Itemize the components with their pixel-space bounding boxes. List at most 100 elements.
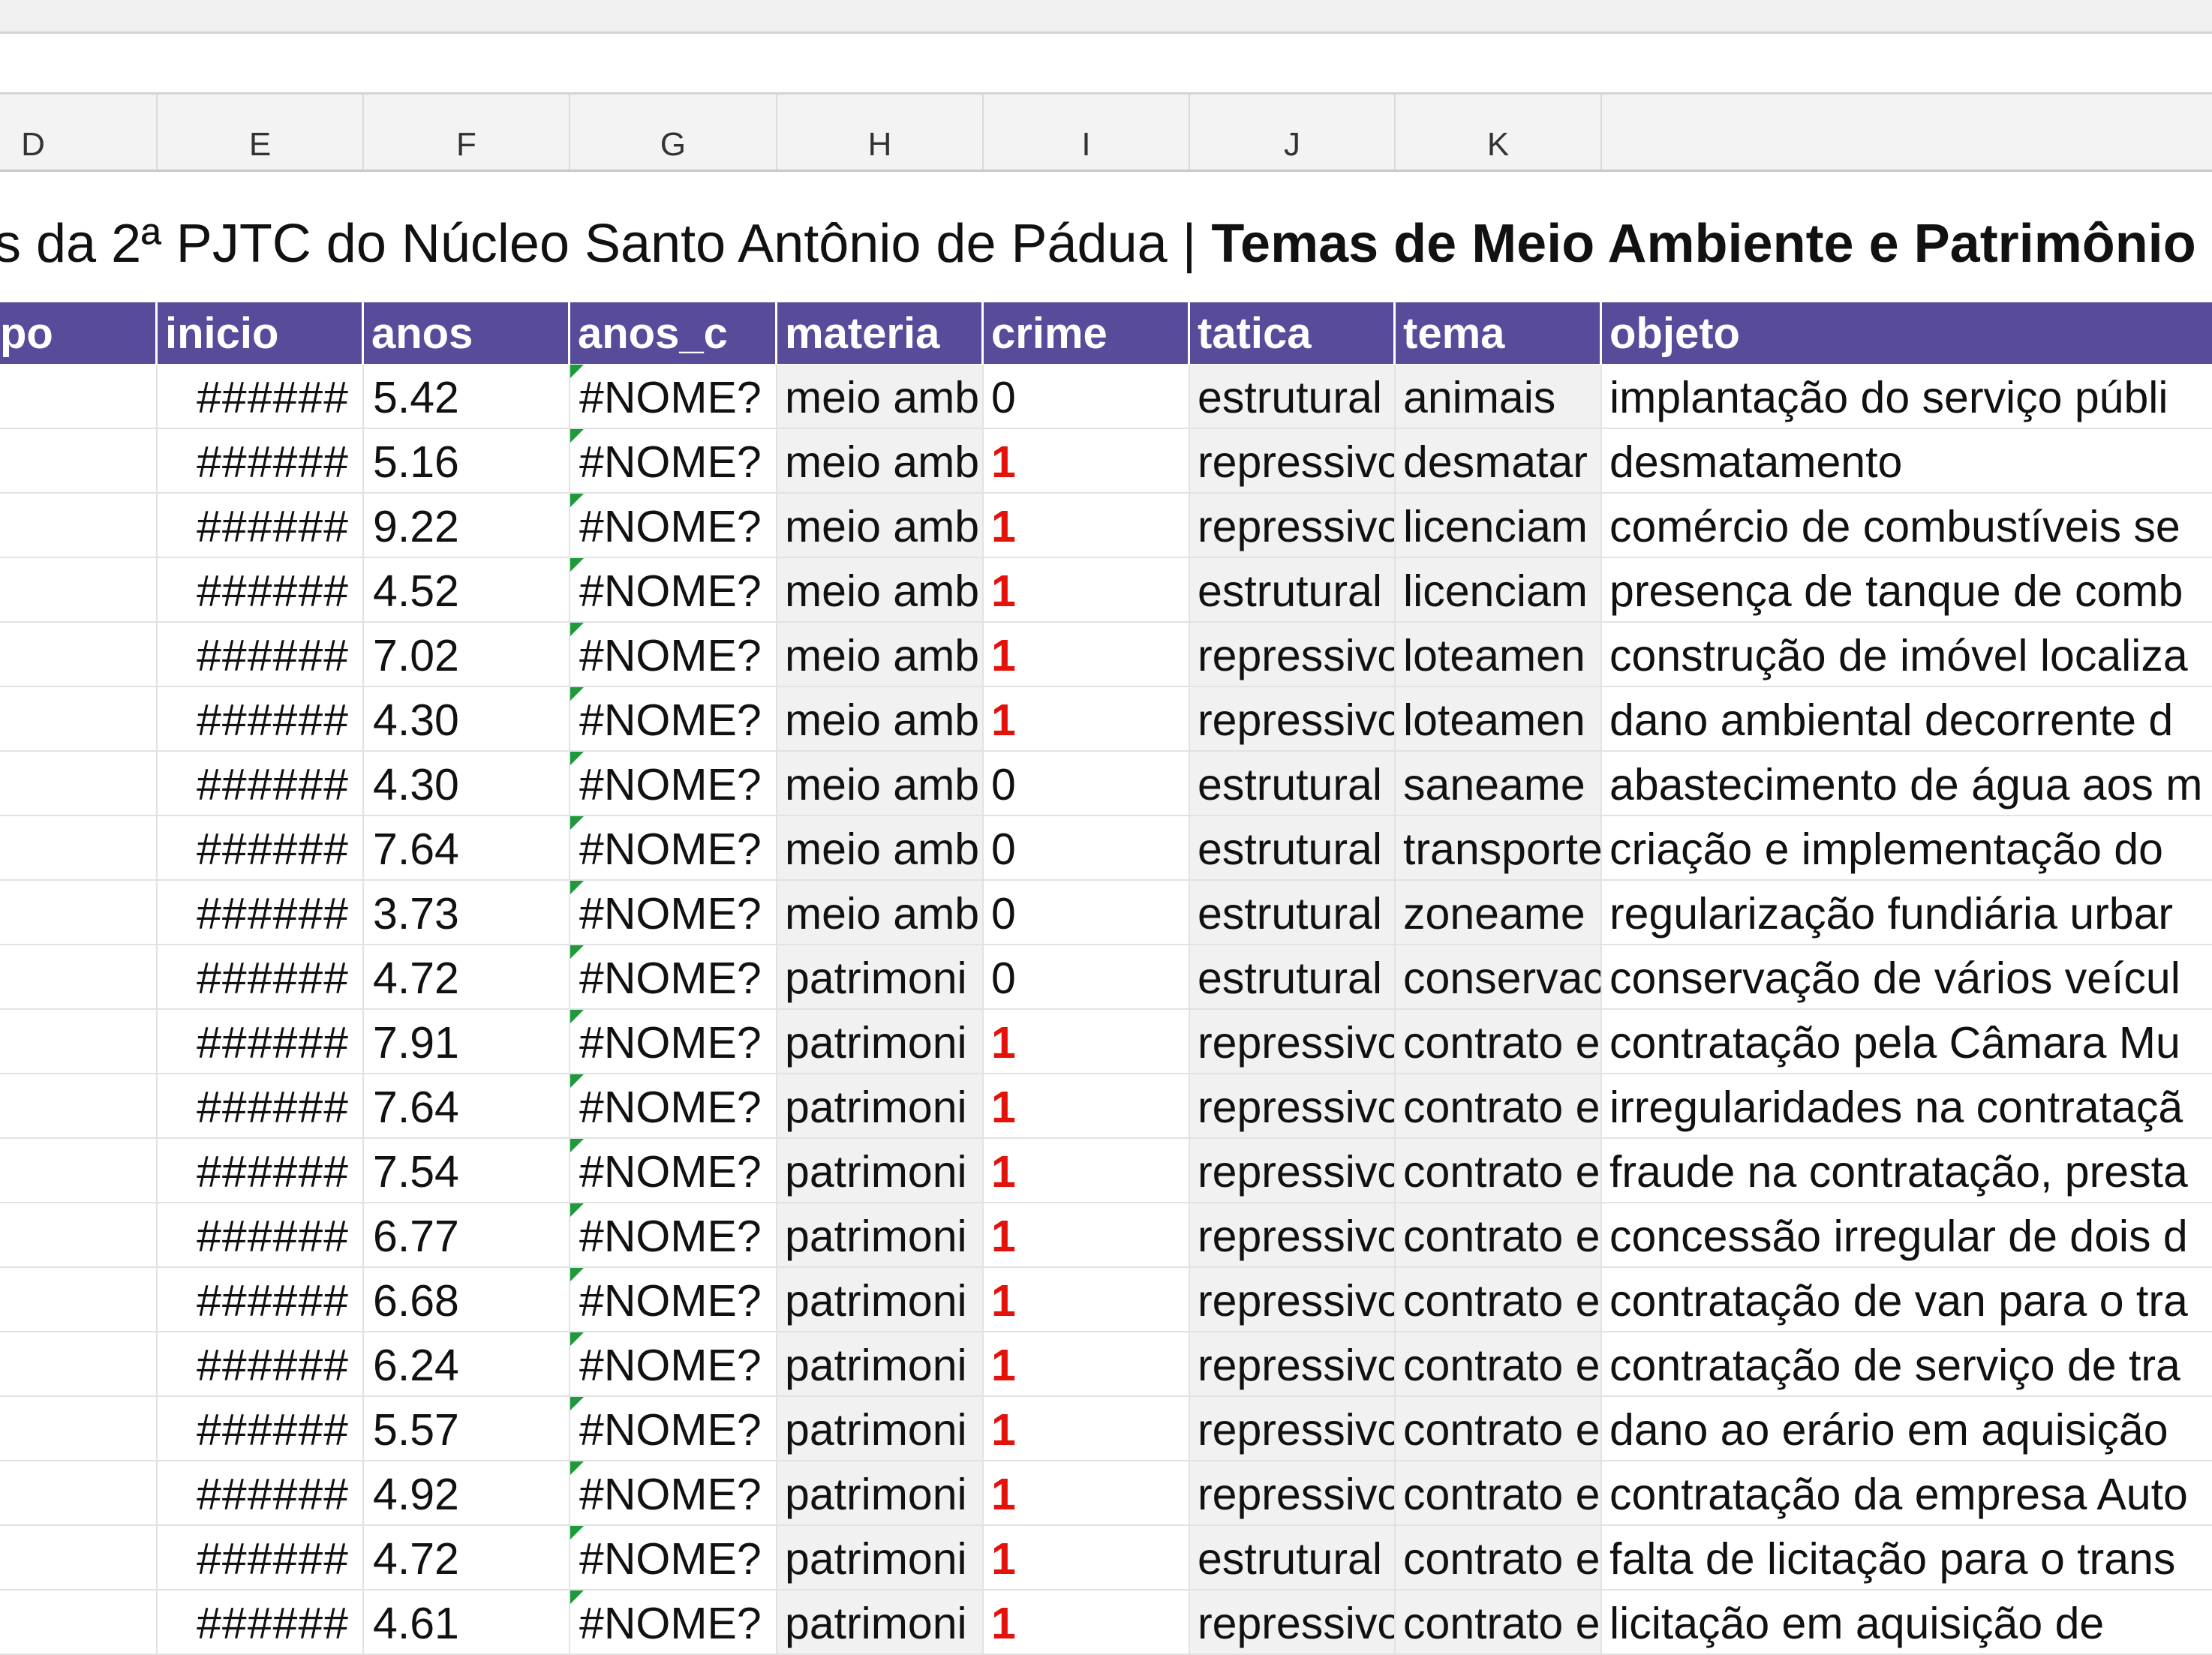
cell-crime[interactable]: 1	[984, 1139, 1190, 1202]
cell-tema[interactable]: licenciam	[1396, 558, 1602, 621]
cell-crime[interactable]: 1	[984, 1526, 1190, 1589]
cell-anos[interactable]: 4.72	[364, 945, 570, 1008]
cell-tipo[interactable]: E	[0, 945, 158, 1008]
cell-tema[interactable]: contrato e	[1396, 1332, 1602, 1395]
cell-tatica[interactable]: repressivo	[1190, 494, 1396, 557]
cell-inicio[interactable]: ######	[158, 945, 364, 1008]
column-header-E[interactable]: E	[158, 95, 364, 170]
cell-tema[interactable]: contrato e	[1396, 1268, 1602, 1331]
cell-anos-c[interactable]: #NOME?	[570, 945, 777, 1008]
cell-crime[interactable]: 1	[984, 1590, 1190, 1653]
cell-materia[interactable]: patrimoni	[777, 1526, 984, 1589]
cell-inicio[interactable]: ######	[158, 1203, 364, 1266]
cell-tema[interactable]: loteamen	[1396, 623, 1602, 686]
cell-inicio[interactable]: ######	[158, 558, 364, 621]
cell-anos-c[interactable]: #NOME?	[570, 1397, 777, 1460]
cell-tipo[interactable]: E	[0, 1461, 158, 1524]
cell-anos-c[interactable]: #NOME?	[570, 1074, 777, 1137]
cell-tipo[interactable]: E	[0, 1139, 158, 1202]
cell-tipo[interactable]: E	[0, 1203, 158, 1266]
cell-tatica[interactable]: estrutural	[1190, 1526, 1396, 1589]
cell-tipo[interactable]: E	[0, 1074, 158, 1137]
cell-tipo[interactable]: E	[0, 1332, 158, 1395]
cell-anos-c[interactable]: #NOME?	[570, 1268, 777, 1331]
cell-tatica[interactable]: estrutural	[1190, 558, 1396, 621]
cell-tatica[interactable]: repressivo	[1190, 1139, 1396, 1202]
cell-anos[interactable]: 7.64	[364, 816, 570, 879]
cell-materia[interactable]: meio amb	[777, 494, 984, 557]
cell-materia[interactable]: meio amb	[777, 623, 984, 686]
cell-objeto[interactable]: abastecimento de água aos m	[1602, 752, 2212, 815]
column-header-D[interactable]: D	[0, 95, 158, 170]
cell-objeto[interactable]: contratação pela Câmara Mu	[1602, 1010, 2212, 1073]
cell-tema[interactable]: contrato e	[1396, 1461, 1602, 1524]
cell-tema[interactable]: contrato e	[1396, 1590, 1602, 1653]
cell-tatica[interactable]: estrutural	[1190, 945, 1396, 1008]
cell-crime[interactable]: 1	[984, 494, 1190, 557]
cell-materia[interactable]: meio amb	[777, 558, 984, 621]
cell-anos[interactable]: 7.54	[364, 1139, 570, 1202]
cell-tema[interactable]: transporte	[1396, 816, 1602, 879]
cell-inicio[interactable]: ######	[158, 816, 364, 879]
header-cell-objeto[interactable]: objeto	[1602, 302, 2212, 364]
cell-anos-c[interactable]: #NOME?	[570, 1526, 777, 1589]
cell-anos[interactable]: 7.64	[364, 1074, 570, 1137]
cell-tema[interactable]: desmatar	[1396, 429, 1602, 492]
header-cell-materia[interactable]: materia	[777, 302, 984, 364]
cell-tatica[interactable]: estrutural	[1190, 816, 1396, 879]
cell-inicio[interactable]: ######	[158, 365, 364, 428]
cell-tipo[interactable]: A	[0, 881, 158, 944]
cell-tipo[interactable]: E	[0, 1397, 158, 1460]
cell-objeto[interactable]: desmatamento	[1602, 429, 2212, 492]
cell-objeto[interactable]: contratação de van para o tra	[1602, 1268, 2212, 1331]
cell-materia[interactable]: patrimoni	[777, 1203, 984, 1266]
cell-inicio[interactable]: ######	[158, 1397, 364, 1460]
cell-tatica[interactable]: repressivo	[1190, 429, 1396, 492]
cell-crime[interactable]: 1	[984, 687, 1190, 750]
cell-crime[interactable]: 1	[984, 1268, 1190, 1331]
header-cell-crime[interactable]: crime	[984, 302, 1190, 364]
cell-tema[interactable]: conservac	[1396, 945, 1602, 1008]
cell-inicio[interactable]: ######	[158, 623, 364, 686]
cell-tatica[interactable]: repressivo	[1190, 1074, 1396, 1137]
cell-tema[interactable]: contrato e	[1396, 1074, 1602, 1137]
cell-anos[interactable]: 4.72	[364, 1526, 570, 1589]
cell-anos-c[interactable]: #NOME?	[570, 623, 777, 686]
cell-anos-c[interactable]: #NOME?	[570, 1010, 777, 1073]
cell-objeto[interactable]: irregularidades na contrataçã	[1602, 1074, 2212, 1137]
cell-anos[interactable]: 4.52	[364, 558, 570, 621]
column-header-F[interactable]: F	[364, 95, 570, 170]
cell-crime[interactable]: 1	[984, 623, 1190, 686]
cell-tipo[interactable]: A	[0, 365, 158, 428]
column-header-H[interactable]: H	[777, 95, 984, 170]
cell-tema[interactable]: contrato e	[1396, 1203, 1602, 1266]
cell-objeto[interactable]: falta de licitação para o trans	[1602, 1526, 2212, 1589]
cell-anos-c[interactable]: #NOME?	[570, 752, 777, 815]
cell-materia[interactable]: patrimoni	[777, 1590, 984, 1653]
cell-materia[interactable]: meio amb	[777, 752, 984, 815]
cell-crime[interactable]: 1	[984, 429, 1190, 492]
cell-tipo[interactable]: E	[0, 687, 158, 750]
cell-tipo[interactable]: E	[0, 558, 158, 621]
cell-crime[interactable]: 1	[984, 1397, 1190, 1460]
cell-anos-c[interactable]: #NOME?	[570, 494, 777, 557]
cell-anos-c[interactable]: #NOME?	[570, 1203, 777, 1266]
cell-materia[interactable]: meio amb	[777, 429, 984, 492]
cell-objeto[interactable]: implantação do serviço públi	[1602, 365, 2212, 428]
cell-objeto[interactable]: contratação da empresa Auto	[1602, 1461, 2212, 1524]
cell-crime[interactable]: 1	[984, 1074, 1190, 1137]
cell-inicio[interactable]: ######	[158, 752, 364, 815]
cell-crime[interactable]: 0	[984, 816, 1190, 879]
header-cell-po[interactable]: po	[0, 302, 158, 364]
cell-anos[interactable]: 4.30	[364, 687, 570, 750]
cell-tatica[interactable]: repressivo	[1190, 687, 1396, 750]
cell-objeto[interactable]: presença de tanque de comb	[1602, 558, 2212, 621]
cell-anos-c[interactable]: #NOME?	[570, 1139, 777, 1202]
cell-inicio[interactable]: ######	[158, 1268, 364, 1331]
cell-tatica[interactable]: repressivo	[1190, 1590, 1396, 1653]
cell-anos-c[interactable]: #NOME?	[570, 1461, 777, 1524]
cell-objeto[interactable]: construção de imóvel localiza	[1602, 623, 2212, 686]
cell-tema[interactable]: contrato e	[1396, 1139, 1602, 1202]
cell-inicio[interactable]: ######	[158, 1461, 364, 1524]
cell-materia[interactable]: meio amb	[777, 881, 984, 944]
